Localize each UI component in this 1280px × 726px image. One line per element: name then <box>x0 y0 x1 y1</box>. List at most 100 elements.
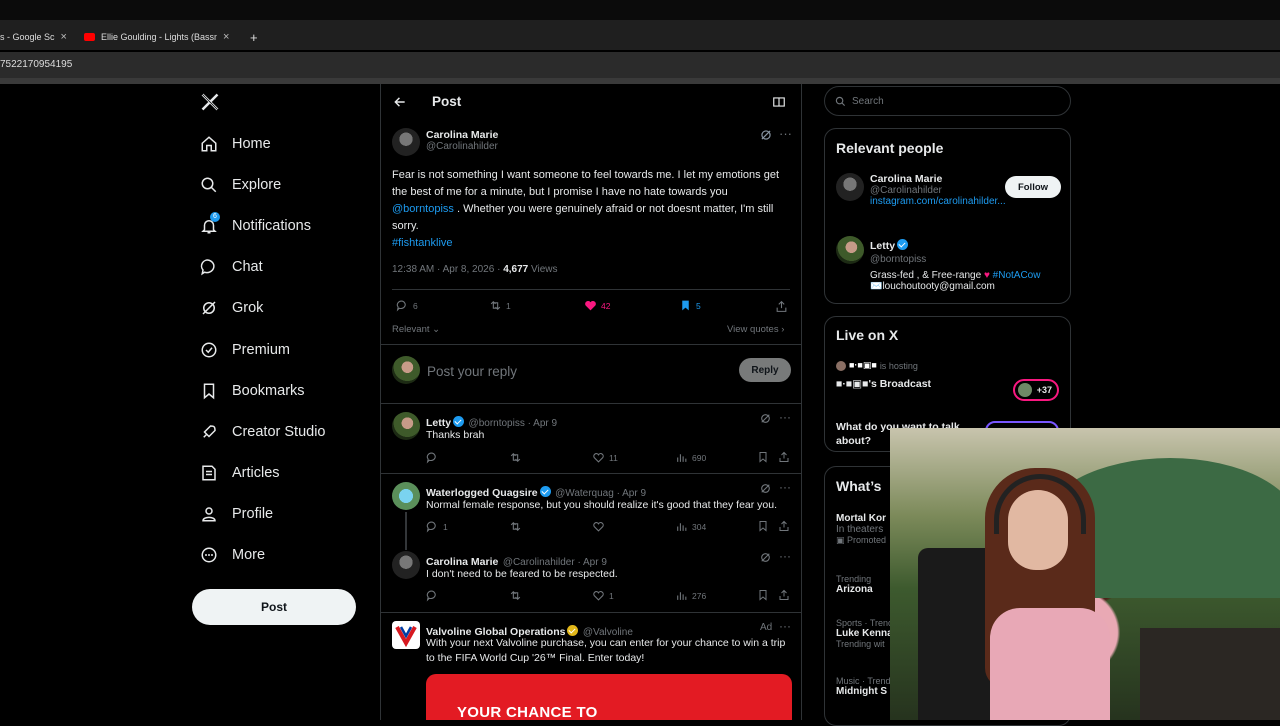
sidebar-item-premium[interactable]: Premium <box>200 330 290 370</box>
sidebar-item-bookmarks[interactable]: Bookmarks <box>200 371 305 411</box>
follow-button[interactable]: Follow <box>1005 176 1061 198</box>
grok-explain-icon[interactable] <box>759 551 772 564</box>
close-icon[interactable]: × <box>223 31 229 43</box>
bookmark-action[interactable]: 5 <box>679 299 701 312</box>
streamer-top <box>990 608 1110 720</box>
x-logo[interactable] <box>200 92 220 112</box>
sidebar-item-more[interactable]: More <box>200 535 265 575</box>
more-options-icon[interactable]: ··· <box>779 480 791 494</box>
views-action[interactable]: 690 <box>675 451 706 464</box>
repost-action[interactable] <box>509 520 526 533</box>
sidebar-item-label: Grok <box>232 300 264 316</box>
sidebar-item-grok[interactable]: Grok <box>200 288 263 328</box>
hashtag-link[interactable]: #NotACow <box>993 270 1041 281</box>
tweet-author[interactable]: Carolina Marie @Carolinahilder <box>426 129 498 152</box>
like-action[interactable] <box>592 520 609 533</box>
hashtag-link[interactable]: #fishtanklive <box>392 237 453 249</box>
share-icon[interactable] <box>778 589 790 601</box>
ad-label: Ad <box>760 622 773 633</box>
valvoline-logo-icon[interactable] <box>392 621 420 649</box>
share-icon[interactable] <box>775 300 788 313</box>
bookmark-icon[interactable] <box>757 520 769 532</box>
avatar[interactable] <box>392 551 420 579</box>
timestamp[interactable]: 12:38 AM · Apr 8, 2026 · <box>392 264 503 275</box>
like-action[interactable]: 11 <box>592 451 618 464</box>
bookmark-icon[interactable] <box>757 451 769 463</box>
more-options-icon[interactable]: ··· <box>779 410 791 424</box>
trend-title: Mortal Kor <box>836 513 886 524</box>
more-options-icon[interactable]: ··· <box>779 126 792 141</box>
like-action[interactable]: 42 <box>584 299 610 312</box>
trend-title: Midnight S <box>836 686 888 697</box>
post-button[interactable]: Post <box>192 589 356 625</box>
views-action[interactable]: 304 <box>675 520 706 533</box>
sidebar-item-home[interactable]: Home <box>200 124 271 164</box>
sidebar-item-label: Notifications <box>232 218 311 234</box>
avatar[interactable] <box>836 173 864 201</box>
share-icon[interactable] <box>778 520 790 532</box>
bookmark-icon[interactable] <box>757 589 769 601</box>
listeners-pill[interactable]: +37 <box>1013 379 1059 401</box>
verified-gold-badge-icon <box>567 625 579 636</box>
reply-action[interactable] <box>426 451 443 464</box>
trend-item[interactable]: Trending Arizona <box>836 574 873 595</box>
sort-dropdown[interactable]: Relevant ⌄ <box>392 324 440 335</box>
grok-explain-icon[interactable] <box>759 412 772 425</box>
reply-action[interactable]: 6 <box>396 299 418 312</box>
close-icon[interactable]: × <box>61 31 67 43</box>
sidebar-item-articles[interactable]: Articles <box>200 453 280 493</box>
new-tab-button[interactable]: + <box>250 24 264 50</box>
view-quotes-link[interactable]: View quotes › <box>727 324 784 335</box>
person-info[interactable]: Letty @borntopiss Grass-fed , & Free-ran… <box>870 236 1066 292</box>
repost-action[interactable] <box>509 589 526 602</box>
divider <box>381 612 801 613</box>
more-options-icon[interactable]: ··· <box>779 549 791 563</box>
browser-tab[interactable]: s - Google Sc × <box>0 24 70 50</box>
avatar[interactable] <box>392 482 420 510</box>
grok-explain-icon[interactable] <box>759 482 772 495</box>
sidebar-item-label: Premium <box>232 342 291 358</box>
avatar[interactable] <box>392 412 420 440</box>
person-handle: @borntopiss <box>870 254 927 265</box>
trend-item[interactable]: Sports · Trenc Luke Kenna Trending wit <box>836 618 893 649</box>
repost-action[interactable]: 1 <box>489 299 511 312</box>
reply-action[interactable]: 1 <box>426 520 448 533</box>
sidebar-item-label: Bookmarks <box>232 383 305 399</box>
sidebar-item-chat[interactable]: Chat <box>200 247 263 287</box>
like-action[interactable]: 1 <box>592 589 614 602</box>
share-icon[interactable] <box>778 451 790 463</box>
trend-item[interactable]: Music · Trend Midnight S <box>836 676 891 697</box>
live-host-line[interactable]: ■·■▣■ is hosting <box>836 360 918 371</box>
reader-icon[interactable] <box>772 95 786 109</box>
rocket-icon <box>203 425 216 438</box>
author-handle: @Carolinahilder <box>426 141 498 152</box>
sidebar-item-explore[interactable]: Explore <box>200 165 281 205</box>
sidebar-item-label: Articles <box>232 465 280 481</box>
views-action[interactable]: 276 <box>675 589 706 602</box>
sidebar-item-profile[interactable]: Profile <box>200 494 273 534</box>
avatar[interactable] <box>392 128 420 156</box>
thread-line <box>405 512 407 550</box>
mention-link[interactable]: @borntopiss <box>392 203 454 215</box>
repost-action[interactable] <box>509 451 526 464</box>
ad-banner-image[interactable]: YOUR CHANCE TO <box>426 674 792 720</box>
profile-link[interactable]: instagram.com/carolinahilder... <box>870 196 1006 207</box>
grok-explain-icon[interactable] <box>759 128 773 142</box>
sidebar-item-notifications[interactable]: 6 Notifications <box>200 206 311 246</box>
reply-action[interactable] <box>426 589 443 602</box>
browser-tab[interactable]: Ellie Goulding - Lights (Bassnec × <box>84 24 240 50</box>
reply-input[interactable]: Post your reply <box>427 364 517 379</box>
broadcast-title[interactable]: ■·■▣■'s Broadcast <box>836 378 931 390</box>
listener-avatar <box>1018 383 1032 397</box>
bookmark-count: 5 <box>696 300 701 311</box>
reply-button[interactable]: Reply <box>739 358 791 382</box>
search-input[interactable]: Search <box>824 86 1071 116</box>
address-bar[interactable]: 7522170954195 <box>0 52 1280 78</box>
trend-item[interactable]: Mortal Kor In theaters ▣ Promoted <box>836 513 886 546</box>
back-arrow-icon[interactable] <box>393 95 407 109</box>
avatar[interactable] <box>836 236 864 264</box>
more-options-icon[interactable]: ··· <box>779 619 791 633</box>
sidebar-item-creator-studio[interactable]: Creator Studio <box>200 412 326 452</box>
trend-category: Trending <box>836 574 872 584</box>
person-info[interactable]: Carolina Marie @Carolinahilder instagram… <box>870 173 1006 207</box>
